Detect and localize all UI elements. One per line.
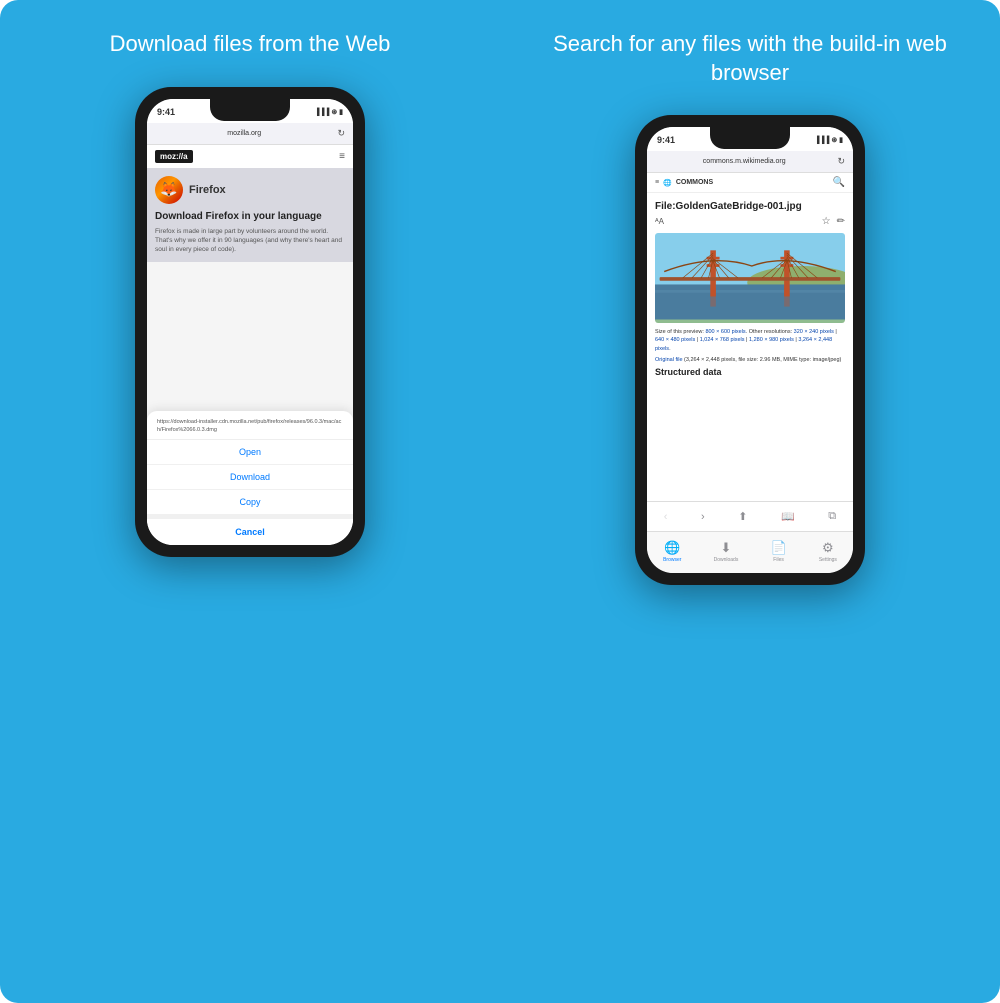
right-browser-bar[interactable]: commons.m.wikimedia.org ↻: [647, 151, 853, 173]
wiki-lang-icon[interactable]: ᴬA: [655, 217, 664, 226]
right-status-icons: ▐▐▐ ⊛ ▮: [815, 136, 844, 144]
bottom-nav: 🌐 Browser ⬇ Downloads 📄 Files ⚙ Settings: [647, 531, 853, 573]
downloads-label: Downloads: [714, 557, 739, 563]
wiki-image: [655, 233, 845, 323]
right-panel-title: Search for any files with the build-in w…: [520, 30, 980, 87]
share-icon[interactable]: ⬆: [738, 510, 747, 523]
nav-files[interactable]: 📄 Files: [770, 540, 786, 563]
firefox-name: Firefox: [189, 184, 226, 196]
hamburger-icon[interactable]: ≡: [339, 151, 345, 162]
files-label: Files: [773, 557, 784, 563]
firefox-hero: 🦊 Firefox Download Firefox in your langu…: [147, 168, 353, 262]
left-panel-title: Download files from the Web: [110, 30, 391, 59]
left-panel: Download files from the Web 9:41 ▐▐▐ ⊛ ▮…: [0, 0, 500, 1003]
wiki-desc: Size of this preview: 800 × 600 pixels. …: [655, 328, 845, 353]
right-status-time: 9:41: [657, 135, 675, 145]
left-refresh-icon[interactable]: ↻: [337, 128, 345, 139]
nav-settings[interactable]: ⚙ Settings: [819, 540, 837, 563]
download-popup: https://download-installer.cdn.mozilla.n…: [147, 411, 353, 544]
left-status-icons: ▐▐▐ ⊛ ▮: [315, 108, 344, 116]
right-phone-screen: 9:41 ▐▐▐ ⊛ ▮ commons.m.wikimedia.org ↻ ≡…: [647, 127, 853, 573]
left-status-time: 9:41: [157, 107, 175, 117]
mozilla-logo: moz://a: [155, 150, 193, 163]
left-phone-screen: 9:41 ▐▐▐ ⊛ ▮ mozilla.org ↻ moz://a ≡: [147, 99, 353, 545]
nav-browser[interactable]: 🌐 Browser: [663, 540, 681, 563]
open-action[interactable]: Open: [147, 440, 353, 465]
firefox-icon: 🦊: [155, 176, 183, 204]
bookmarks-icon[interactable]: 📖: [781, 510, 795, 523]
download-action[interactable]: Download: [147, 465, 353, 490]
downloads-icon: ⬇: [721, 540, 732, 556]
right-refresh-icon[interactable]: ↻: [837, 156, 845, 167]
download-url: https://download-installer.cdn.mozilla.n…: [147, 411, 353, 439]
left-notch: [210, 99, 290, 121]
firefox-headline: Download Firefox in your language: [155, 210, 345, 223]
wiki-content: File:GoldenGateBridge-001.jpg ᴬA ☆ ✏: [647, 193, 853, 385]
wiki-structured: Structured data: [655, 367, 845, 377]
left-screen-inner: 9:41 ▐▐▐ ⊛ ▮ mozilla.org ↻ moz://a ≡: [147, 99, 353, 499]
search-icon[interactable]: 🔍: [833, 177, 845, 188]
wiki-actions: ᴬA ☆ ✏: [655, 216, 845, 227]
wiki-star-icon[interactable]: ☆: [822, 216, 831, 227]
settings-icon: ⚙: [822, 540, 834, 556]
copy-action[interactable]: Copy: [147, 490, 353, 515]
back-icon[interactable]: ‹: [664, 511, 668, 523]
forward-icon[interactable]: ›: [701, 511, 705, 523]
right-phone: 9:41 ▐▐▐ ⊛ ▮ commons.m.wikimedia.org ↻ ≡…: [635, 115, 865, 585]
firefox-logo-area: 🦊 Firefox: [155, 176, 345, 204]
left-browser-bar[interactable]: mozilla.org ↻: [147, 123, 353, 145]
firefox-top-bar: moz://a ≡: [147, 145, 353, 168]
commons-label: COMMONS: [676, 179, 713, 186]
right-panel: Search for any files with the build-in w…: [500, 0, 1000, 1003]
right-url: commons.m.wikimedia.org: [655, 158, 833, 165]
firefox-body: Firefox is made in large part by volunte…: [155, 227, 345, 254]
wiki-edit-icon[interactable]: ✏: [837, 216, 845, 227]
browser-controls: ‹ › ⬆ 📖 ⧉: [647, 501, 853, 531]
commons-globe-icon: 🌐: [663, 179, 672, 187]
left-phone: 9:41 ▐▐▐ ⊛ ▮ mozilla.org ↻ moz://a ≡: [135, 87, 365, 557]
cancel-action[interactable]: Cancel: [147, 515, 353, 545]
settings-label: Settings: [819, 557, 837, 563]
hamburger-right-icon[interactable]: ≡: [655, 179, 659, 186]
tabs-icon[interactable]: ⧉: [828, 510, 836, 523]
wiki-title: File:GoldenGateBridge-001.jpg: [655, 201, 845, 212]
wiki-original: Original file (3,264 × 2,448 pixels, fil…: [655, 356, 845, 364]
files-icon: 📄: [770, 540, 786, 556]
left-url: mozilla.org: [155, 130, 333, 137]
browser-label: Browser: [663, 557, 681, 563]
right-notch: [710, 127, 790, 149]
nav-downloads[interactable]: ⬇ Downloads: [714, 540, 739, 563]
browser-icon: 🌐: [664, 540, 680, 556]
wiki-nav: ≡ 🌐 COMMONS 🔍: [647, 173, 853, 193]
wiki-nav-left: ≡ 🌐 COMMONS: [655, 179, 713, 187]
